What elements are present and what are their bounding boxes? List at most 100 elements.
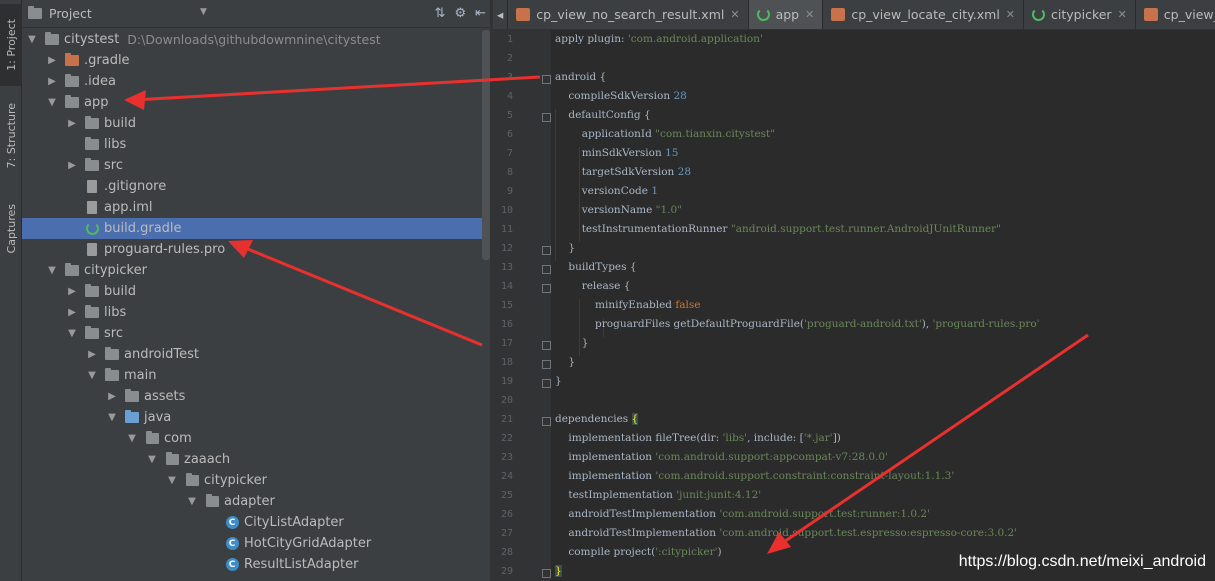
- tree-item[interactable]: libs: [22, 134, 490, 155]
- tree-item-label: build.gradle: [104, 221, 182, 236]
- expand-right-icon[interactable]: ▶: [66, 286, 78, 297]
- code-token: implementation fileTree(dir:: [555, 432, 723, 444]
- tree-item[interactable]: C ResultListAdapter: [22, 554, 490, 575]
- close-icon[interactable]: ✕: [730, 8, 739, 21]
- fold-marker-icon[interactable]: [542, 360, 551, 369]
- close-icon[interactable]: ✕: [1118, 8, 1127, 21]
- folder-icon: [84, 116, 100, 131]
- tree-item[interactable]: ▼ citypicker: [22, 260, 490, 281]
- hide-panel-icon[interactable]: ⇤: [475, 6, 486, 21]
- tree-item[interactable]: proguard-rules.pro: [22, 239, 490, 260]
- tab-scroll-left-icon[interactable]: ◂: [493, 0, 509, 29]
- tree-item[interactable]: ▼ com: [22, 428, 490, 449]
- fold-marker-icon[interactable]: [542, 265, 551, 274]
- tool-tab-captures[interactable]: Captures: [0, 194, 22, 264]
- code-token: }: [555, 242, 576, 254]
- code-token: dependencies: [555, 413, 632, 425]
- fold-marker-icon[interactable]: [542, 341, 551, 350]
- collapse-all-icon[interactable]: ⇅: [435, 6, 446, 21]
- expand-right-icon[interactable]: ▶: [66, 118, 78, 129]
- gear-icon[interactable]: ⚙: [454, 6, 466, 21]
- expand-right-icon[interactable]: ▶: [86, 349, 98, 360]
- line-number: 10: [500, 205, 513, 216]
- close-icon[interactable]: ✕: [1006, 8, 1015, 21]
- fold-marker-icon[interactable]: [542, 75, 551, 84]
- expand-down-icon[interactable]: ▼: [166, 475, 178, 486]
- editor-tab[interactable]: app ✕: [748, 0, 824, 29]
- project-scrollbar[interactable]: [482, 30, 490, 260]
- code-line: apply plugin: 'com.android.application': [555, 33, 763, 45]
- tree-item[interactable]: C HotCityGridAdapter: [22, 533, 490, 554]
- tree-item-label: adapter: [224, 494, 275, 509]
- tree-item[interactable]: ▼ app: [22, 92, 490, 113]
- code-editor[interactable]: apply plugin: 'com.android.application' a…: [551, 30, 1215, 581]
- tree-item[interactable]: ▼ main: [22, 365, 490, 386]
- editor-tab[interactable]: citypicker ✕: [1024, 0, 1136, 29]
- tree-item[interactable]: app.iml: [22, 197, 490, 218]
- tree-item[interactable]: build.gradle: [22, 218, 490, 239]
- code-token: implementation: [555, 470, 656, 482]
- tree-item[interactable]: ▶ build: [22, 281, 490, 302]
- tool-tab-structure[interactable]: 7: Structure: [0, 94, 22, 178]
- tree-item[interactable]: ▼ citypicker: [22, 470, 490, 491]
- tree-item[interactable]: ▶ .idea: [22, 71, 490, 92]
- close-icon[interactable]: ✕: [805, 8, 814, 21]
- editor-tab[interactable]: cp_view_hot_city.: [1136, 0, 1215, 29]
- expand-down-icon[interactable]: ▼: [86, 370, 98, 381]
- editor-tab[interactable]: cp_view_locate_city.xml ✕: [823, 0, 1025, 29]
- tree-item[interactable]: ▼ adapter: [22, 491, 490, 512]
- tree-item[interactable]: ▶ build: [22, 113, 490, 134]
- tree-item[interactable]: ▼ zaaach: [22, 449, 490, 470]
- expand-right-icon[interactable]: ▶: [66, 160, 78, 171]
- expand-right-icon[interactable]: ▶: [66, 307, 78, 318]
- tree-item[interactable]: ▼ src: [22, 323, 490, 344]
- code-token: 'junit:junit:4.12': [676, 489, 762, 501]
- file-icon: [84, 243, 100, 257]
- project-view-selector[interactable]: Project: [49, 6, 92, 21]
- expand-down-icon[interactable]: ▼: [146, 454, 158, 465]
- tree-item[interactable]: ▶ .gradle: [22, 50, 490, 71]
- tree-item[interactable]: C CityListAdapter: [22, 512, 490, 533]
- tree-item[interactable]: ▶ androidTest: [22, 344, 490, 365]
- code-token: "android.support.test.runner.AndroidJUni…: [730, 223, 1001, 235]
- expand-down-icon[interactable]: ▼: [66, 328, 78, 339]
- expand-down-icon[interactable]: ▼: [186, 496, 198, 507]
- expand-down-icon[interactable]: ▼: [46, 265, 58, 276]
- fold-marker-icon[interactable]: [542, 569, 551, 578]
- expand-right-icon[interactable]: ▶: [106, 391, 118, 402]
- expand-down-icon[interactable]: ▼: [126, 433, 138, 444]
- expand-right-icon[interactable]: ▶: [46, 76, 58, 87]
- expand-right-icon[interactable]: ▶: [46, 55, 58, 66]
- fold-marker-icon[interactable]: [542, 379, 551, 388]
- tree-item[interactable]: ▼ java: [22, 407, 490, 428]
- code-line: buildTypes {: [555, 261, 636, 273]
- code-token: 15: [665, 147, 679, 159]
- file-icon: [84, 201, 100, 215]
- xml-icon: [831, 8, 846, 21]
- expand-down-icon[interactable]: ▼: [106, 412, 118, 423]
- chevron-down-icon[interactable]: ▼: [200, 7, 207, 17]
- fold-marker-icon[interactable]: [542, 113, 551, 122]
- tree-item[interactable]: ▶ libs: [22, 302, 490, 323]
- fold-marker-icon[interactable]: [542, 246, 551, 255]
- folder-icon: [104, 368, 120, 383]
- tree-item[interactable]: .gitignore: [22, 176, 490, 197]
- folder-icon: [84, 305, 100, 320]
- tree-item-label: ResultListAdapter: [244, 557, 359, 572]
- code-token: 1: [651, 185, 659, 197]
- code-token: 'com.android.support.test:runner:1.0.2': [719, 508, 930, 520]
- editor-tab[interactable]: cp_view_no_search_result.xml ✕: [508, 0, 749, 29]
- tool-tab-structure-label: 7: Structure: [4, 103, 18, 169]
- tree-item[interactable]: ▼ citystest D:\Downloads\githubdowmnine\ci…: [22, 29, 490, 50]
- expand-down-icon[interactable]: ▼: [46, 97, 58, 108]
- tree-item[interactable]: ▶ src: [22, 155, 490, 176]
- tree-item[interactable]: ▶ assets: [22, 386, 490, 407]
- code-line: targetSdkVersion 28: [555, 166, 691, 178]
- code-token: "1.0": [655, 204, 683, 216]
- code-line: applicationId "com.tianxin.citystest": [555, 128, 775, 140]
- code-token: minSdkVersion: [555, 147, 666, 159]
- expand-down-icon[interactable]: ▼: [26, 34, 38, 45]
- tool-tab-project[interactable]: 1: Project: [0, 4, 22, 86]
- fold-marker-icon[interactable]: [542, 284, 551, 293]
- fold-marker-icon[interactable]: [542, 417, 551, 426]
